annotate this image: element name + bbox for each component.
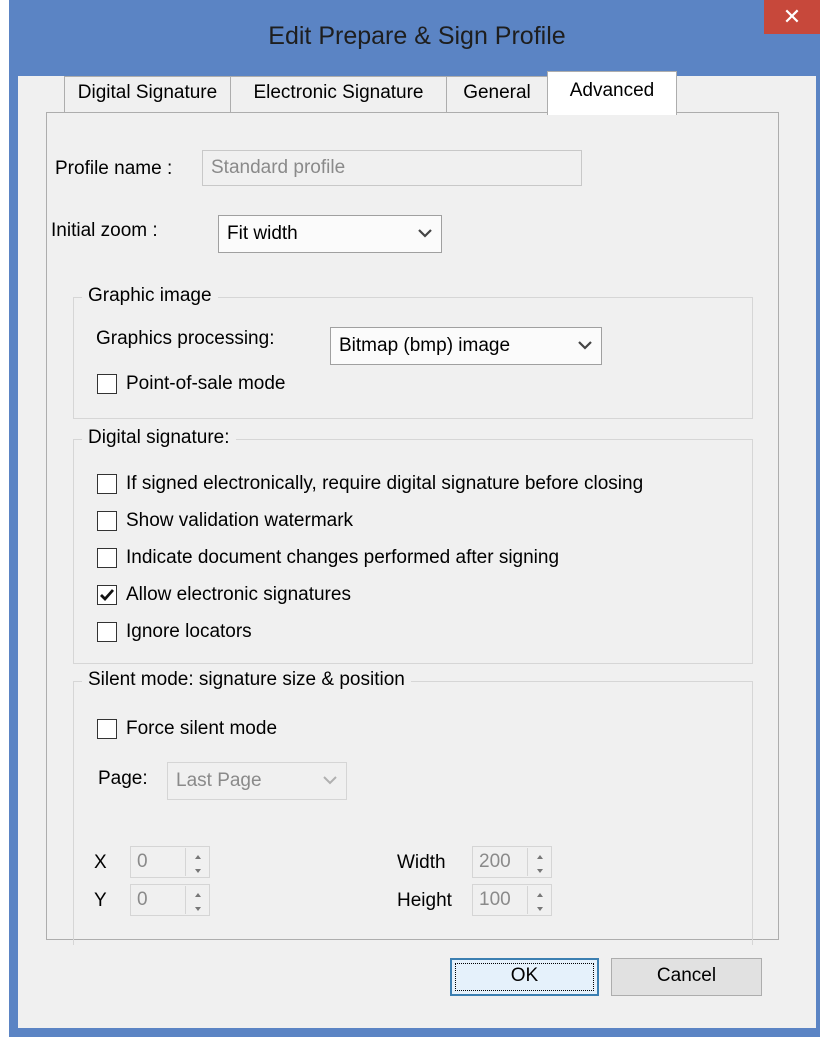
graphic-image-group: Graphic image Graphics processing: Bitma… — [73, 285, 753, 419]
x-spinner[interactable]: 0 — [130, 846, 210, 878]
advanced-tab-panel: Profile name : Standard profile Initial … — [46, 112, 779, 945]
page-select[interactable]: Last Page — [167, 762, 347, 800]
y-label: Y — [94, 890, 107, 911]
chevron-down-icon — [323, 776, 337, 785]
profile-name-field[interactable]: Standard profile — [202, 150, 582, 186]
initial-zoom-select[interactable]: Fit width — [218, 215, 442, 253]
width-spinner[interactable]: 200 — [472, 846, 552, 878]
ok-button[interactable]: OK — [450, 958, 599, 996]
arrow-down-icon[interactable] — [528, 900, 552, 914]
silent-mode-group-title: Silent mode: signature size & position — [82, 669, 411, 691]
dialog-client-area: Digital Signature Electronic Signature G… — [18, 71, 816, 1028]
tab-advanced[interactable]: Advanced — [547, 71, 677, 115]
indicate-document-changes-label: Indicate document changes performed afte… — [126, 547, 560, 568]
close-icon: ✕ — [782, 4, 802, 29]
cancel-button[interactable]: Cancel — [611, 958, 762, 996]
point-of-sale-label: Point-of-sale mode — [126, 373, 286, 394]
arrow-down-icon[interactable] — [186, 900, 210, 914]
graphics-processing-label: Graphics processing: — [96, 328, 275, 349]
title-bar[interactable]: Edit Prepare & Sign Profile ✕ — [9, 0, 820, 76]
tab-electronic-signature[interactable]: Electronic Signature — [230, 76, 447, 112]
graphic-image-group-title: Graphic image — [82, 285, 218, 307]
height-spinner[interactable]: 100 — [472, 884, 552, 916]
height-label: Height — [397, 890, 452, 911]
require-digital-signature-checkbox[interactable] — [97, 474, 117, 494]
digital-signature-group: Digital signature: If signed electronica… — [73, 427, 753, 664]
graphics-processing-select[interactable]: Bitmap (bmp) image — [330, 327, 602, 365]
point-of-sale-checkbox[interactable] — [97, 374, 117, 394]
chevron-down-icon — [418, 229, 432, 238]
show-validation-watermark-label: Show validation watermark — [126, 510, 354, 531]
arrow-down-icon[interactable] — [528, 862, 552, 876]
force-silent-mode-checkbox[interactable] — [97, 719, 117, 739]
tab-general[interactable]: General — [446, 76, 548, 112]
profile-name-label: Profile name : — [55, 158, 173, 179]
digital-signature-group-title: Digital signature: — [82, 427, 236, 449]
initial-zoom-label: Initial zoom : — [51, 220, 158, 241]
ignore-locators-label: Ignore locators — [126, 621, 252, 642]
ignore-locators-checkbox[interactable] — [97, 622, 117, 642]
arrow-down-icon[interactable] — [186, 862, 210, 876]
arrow-up-icon[interactable] — [186, 886, 210, 900]
arrow-up-icon[interactable] — [528, 848, 552, 862]
dialog-window: Edit Prepare & Sign Profile ✕ Digital Si… — [9, 0, 820, 1037]
checkmark-icon — [100, 589, 115, 602]
width-label: Width — [397, 852, 446, 873]
tab-digital-signature[interactable]: Digital Signature — [64, 76, 231, 112]
indicate-document-changes-checkbox[interactable] — [97, 548, 117, 568]
chevron-down-icon — [578, 341, 592, 350]
y-spinner[interactable]: 0 — [130, 884, 210, 916]
allow-electronic-signatures-checkbox[interactable] — [97, 585, 117, 605]
page-label: Page: — [98, 768, 148, 789]
show-validation-watermark-checkbox[interactable] — [97, 511, 117, 531]
x-label: X — [94, 852, 107, 873]
force-silent-mode-label: Force silent mode — [126, 718, 278, 739]
close-button[interactable]: ✕ — [764, 0, 820, 34]
dialog-title: Edit Prepare & Sign Profile — [268, 22, 566, 50]
require-digital-signature-label: If signed electronically, require digita… — [126, 473, 644, 494]
allow-electronic-signatures-label: Allow electronic signatures — [126, 584, 351, 605]
arrow-up-icon[interactable] — [528, 886, 552, 900]
arrow-up-icon[interactable] — [186, 848, 210, 862]
silent-mode-group: Silent mode: signature size & position F… — [73, 669, 753, 945]
